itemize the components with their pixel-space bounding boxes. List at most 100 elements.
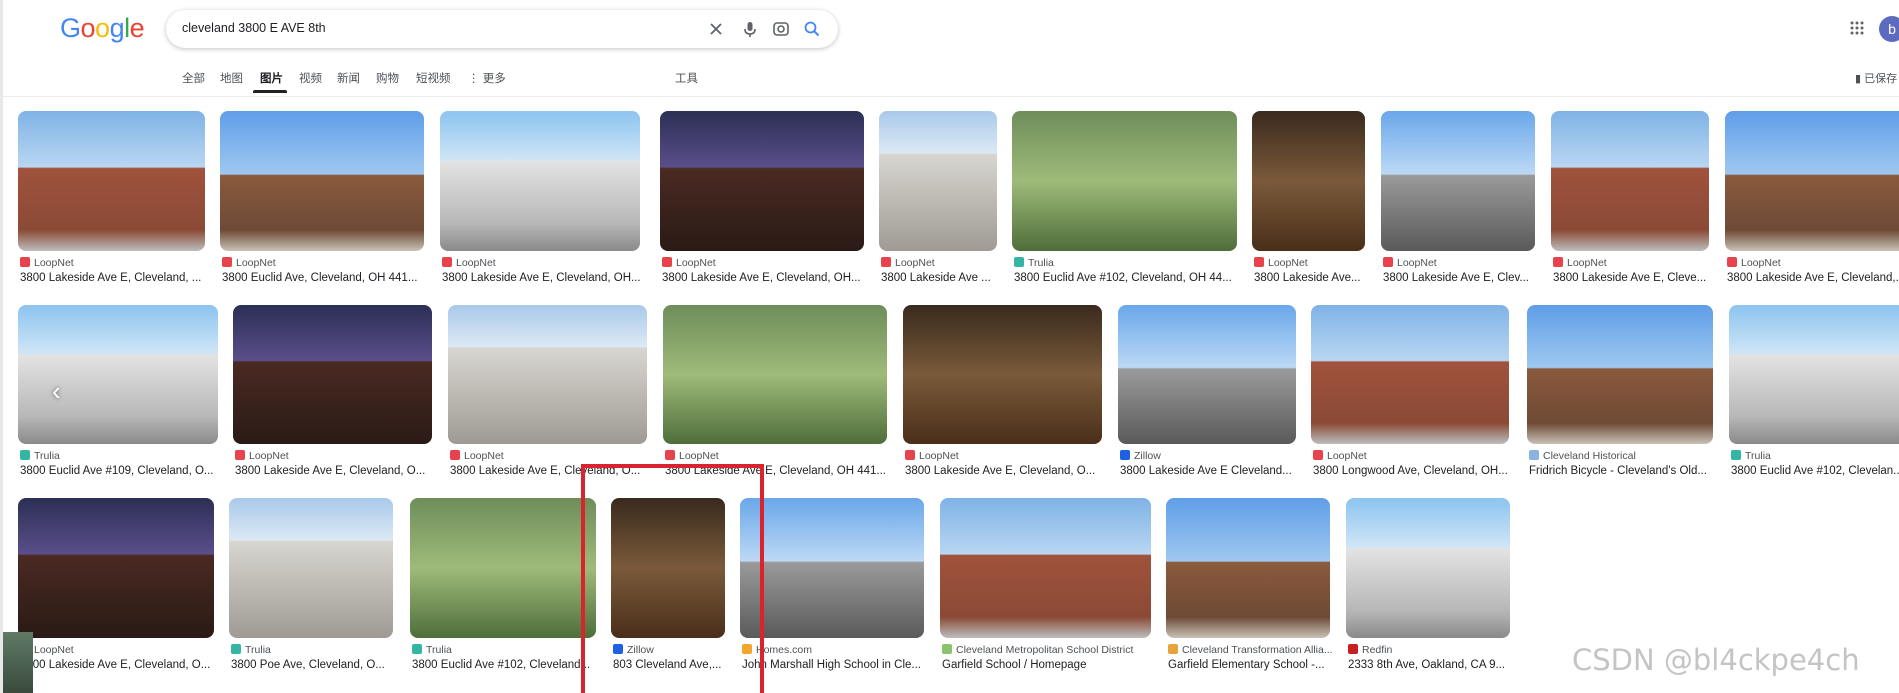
result-title[interactable]: 3800 Lakeside Ave E, Cleveland, O...	[20, 659, 210, 671]
tab-videos[interactable]: 视频	[299, 70, 322, 86]
result-title[interactable]: 3800 Poe Ave, Cleveland, O...	[231, 659, 385, 671]
image-result[interactable]: LoopNet 3800 Lakeside Ave E, Cleveland, O…	[18, 498, 214, 678]
search-input[interactable]: cleveland 3800 E AVE 8th	[182, 21, 326, 35]
tab-short-videos[interactable]: 短视频	[416, 70, 451, 86]
result-source[interactable]: Trulia	[20, 450, 60, 462]
image-result[interactable]: Redfin 2333 8th Ave, Oakland, CA 9...	[1346, 498, 1510, 678]
result-source[interactable]: Cleveland Historical	[1529, 450, 1636, 462]
result-thumbnail[interactable]	[1725, 111, 1899, 251]
result-source[interactable]: LoopNet	[1313, 450, 1367, 462]
lens-icon[interactable]	[771, 19, 791, 39]
result-source[interactable]: LoopNet	[1553, 257, 1607, 269]
result-title[interactable]: 3800 Lakeside Ave E, Cleveland, OH...	[442, 272, 641, 284]
image-result[interactable]: Zillow 3800 Lakeside Ave E Cleveland...	[1118, 305, 1296, 484]
result-thumbnail[interactable]	[229, 498, 393, 638]
image-result[interactable]: Cleveland Metropolitan School District Ga…	[940, 498, 1151, 678]
tab-maps[interactable]: 地图	[220, 70, 243, 86]
result-source[interactable]: LoopNet	[905, 450, 959, 462]
clear-icon[interactable]	[706, 19, 726, 39]
result-title[interactable]: 3800 Lakeside Ave E, Cleveland, O...	[235, 465, 425, 477]
google-logo[interactable]: Google	[60, 13, 145, 44]
result-thumbnail[interactable]	[18, 111, 205, 251]
result-source[interactable]: LoopNet	[235, 450, 289, 462]
result-thumbnail[interactable]	[1118, 305, 1296, 444]
image-result[interactable]: Trulia 3800 Euclid Ave #102, Cleveland, O…	[1012, 111, 1237, 291]
image-result[interactable]: Trulia 3800 Euclid Ave #102, Cleveland...	[410, 498, 596, 678]
result-thumbnail[interactable]	[740, 498, 924, 638]
result-source[interactable]: Cleveland Transformation Allia...	[1168, 644, 1333, 656]
saved-button[interactable]: ▮ 已保存	[1855, 70, 1897, 86]
image-result[interactable]: Trulia 3800 Euclid Ave #102, Clevelan...	[1729, 305, 1899, 484]
result-source[interactable]: LoopNet	[662, 257, 716, 269]
result-title[interactable]: Garfield Elementary School -...	[1168, 659, 1325, 671]
result-thumbnail[interactable]	[1346, 498, 1510, 638]
result-title[interactable]: 3800 Euclid Ave #102, Clevelan...	[1731, 465, 1899, 477]
image-result[interactable]: LoopNet 3800 Lakeside Ave E, Cleveland, O…	[660, 111, 864, 291]
image-result[interactable]: LoopNet 3800 Lakeside Ave E, Cleveland, O…	[233, 305, 432, 484]
result-thumbnail[interactable]	[1381, 111, 1535, 251]
image-result[interactable]: Homes.com John Marshall High School in Cl…	[740, 498, 924, 678]
result-title[interactable]: 3800 Lakeside Ave E, Cleveland,...	[1727, 272, 1899, 284]
image-result[interactable]: Trulia 3800 Euclid Ave #109, Cleveland, O…	[18, 305, 218, 484]
result-title[interactable]: Fridrich Bicycle - Cleveland's Old...	[1529, 465, 1707, 477]
image-result[interactable]: LoopNet 3800 Euclid Ave, Cleveland, OH 44…	[220, 111, 424, 291]
result-source[interactable]: LoopNet	[450, 450, 504, 462]
result-title[interactable]: 3800 Lakeside Ave E, Cleveland, ...	[20, 272, 201, 284]
result-source[interactable]: LoopNet	[1727, 257, 1781, 269]
result-source[interactable]: LoopNet	[1254, 257, 1308, 269]
result-source[interactable]: LoopNet	[1383, 257, 1437, 269]
result-title[interactable]: 3800 Euclid Ave #109, Cleveland, O...	[20, 465, 214, 477]
result-thumbnail[interactable]	[1527, 305, 1713, 444]
result-source[interactable]: LoopNet	[442, 257, 496, 269]
result-thumbnail[interactable]	[1252, 111, 1365, 251]
result-title[interactable]: 3800 Lakeside Ave E, Clev...	[1383, 272, 1529, 284]
result-title[interactable]: 3800 Lakeside Ave E, Cleve...	[1553, 272, 1706, 284]
result-title[interactable]: 3800 Euclid Ave, Cleveland, OH 441...	[222, 272, 417, 284]
microphone-icon[interactable]	[740, 19, 760, 39]
tab-shopping[interactable]: 购物	[376, 70, 399, 86]
image-result[interactable]: LoopNet 3800 Lakeside Ave E, Cleveland, O…	[448, 305, 647, 484]
image-result[interactable]: LoopNet 3800 Lakeside Ave E, Cleveland, O…	[440, 111, 641, 291]
result-thumbnail[interactable]	[220, 111, 424, 251]
search-box[interactable]: cleveland 3800 E AVE 8th	[166, 10, 838, 48]
image-result[interactable]: LoopNet 3800 Lakeside Ave E, Cleveland, O…	[663, 305, 887, 484]
result-thumbnail[interactable]	[660, 111, 864, 251]
result-title[interactable]: 2333 8th Ave, Oakland, CA 9...	[1348, 659, 1505, 671]
result-source[interactable]: LoopNet	[222, 257, 276, 269]
result-title[interactable]: 3800 Euclid Ave #102, Cleveland...	[412, 659, 590, 671]
result-thumbnail[interactable]	[1012, 111, 1237, 251]
result-title[interactable]: Garfield School / Homepage	[942, 659, 1086, 671]
result-source[interactable]: Trulia	[412, 644, 452, 656]
result-source[interactable]: LoopNet	[881, 257, 935, 269]
result-thumbnail[interactable]	[1551, 111, 1709, 251]
result-thumbnail[interactable]	[18, 305, 218, 444]
tools-button[interactable]: 工具	[675, 70, 698, 86]
result-title[interactable]: John Marshall High School in Cle...	[742, 659, 921, 671]
image-result[interactable]: LoopNet 3800 Longwood Ave, Cleveland, OH.…	[1311, 305, 1509, 484]
result-thumbnail[interactable]	[1729, 305, 1899, 444]
result-thumbnail[interactable]	[1166, 498, 1330, 638]
result-title[interactable]: 3800 Lakeside Ave E, Cleveland, OH...	[662, 272, 861, 284]
result-title[interactable]: 3800 Longwood Ave, Cleveland, OH...	[1313, 465, 1508, 477]
result-thumbnail[interactable]	[663, 305, 887, 444]
result-thumbnail[interactable]	[448, 305, 647, 444]
result-thumbnail[interactable]	[903, 305, 1102, 444]
tab-news[interactable]: 新闻	[337, 70, 360, 86]
image-result[interactable]: Cleveland Historical Fridrich Bicycle - C…	[1527, 305, 1713, 484]
result-source[interactable]: Trulia	[1731, 450, 1771, 462]
image-result[interactable]: LoopNet 3800 Lakeside Ave E, Cleveland, .…	[18, 111, 205, 291]
result-thumbnail[interactable]	[440, 111, 640, 251]
result-source[interactable]: Redfin	[1348, 644, 1392, 656]
image-result[interactable]: LoopNet 3800 Lakeside Ave E, Cleve...	[1551, 111, 1709, 291]
tab-more[interactable]: ⋮ 更多	[468, 70, 506, 86]
result-thumbnail[interactable]	[233, 305, 432, 444]
result-thumbnail[interactable]	[410, 498, 596, 638]
image-result[interactable]: LoopNet 3800 Lakeside Ave...	[1252, 111, 1365, 291]
google-apps-icon[interactable]	[1849, 20, 1865, 36]
search-icon[interactable]	[802, 19, 822, 39]
result-title[interactable]: 3800 Lakeside Ave E Cleveland...	[1120, 465, 1292, 477]
tab-images[interactable]: 图片	[260, 70, 283, 86]
result-thumbnail[interactable]	[879, 111, 997, 251]
image-result[interactable]: LoopNet 3800 Lakeside Ave E, Cleveland, O…	[903, 305, 1102, 484]
result-thumbnail[interactable]	[940, 498, 1151, 638]
